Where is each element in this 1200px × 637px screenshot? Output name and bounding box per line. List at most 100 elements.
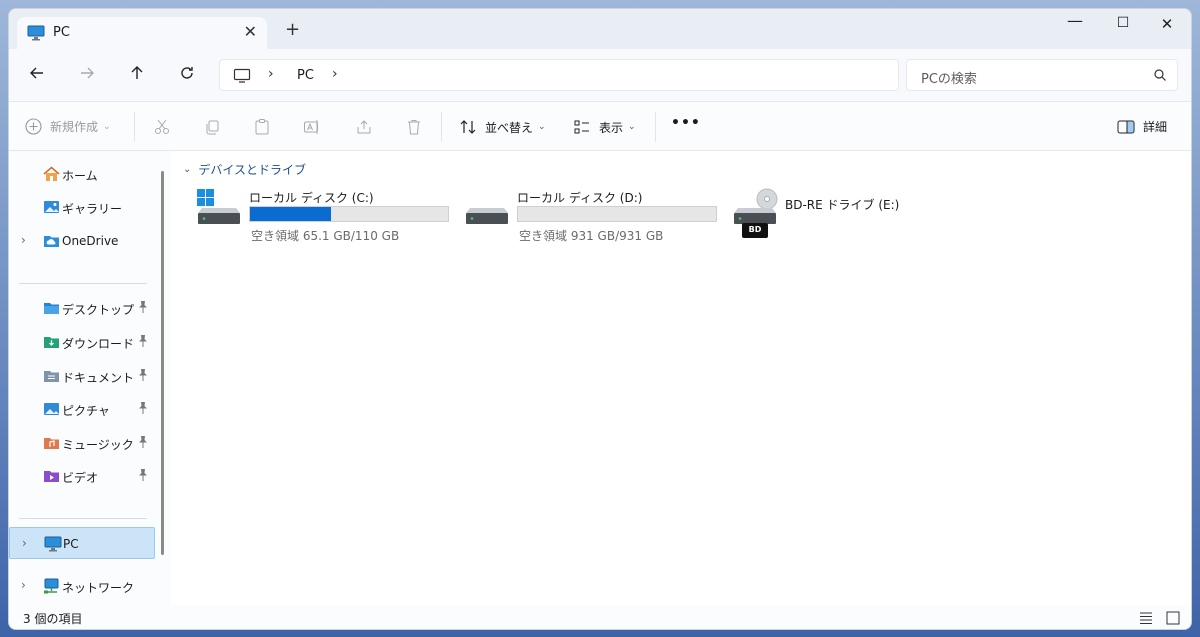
pin-icon[interactable]	[137, 300, 149, 317]
copy-icon	[206, 120, 219, 135]
sidebar-item-home[interactable]: ホーム	[9, 158, 155, 190]
content-pane: ⌄ デバイスとドライブ ローカル ディスク (C:) 空き領域 65.1 GB/…	[171, 151, 1191, 605]
minimize-button[interactable]: —	[1055, 11, 1095, 30]
address-bar[interactable]: › PC ›	[219, 59, 899, 91]
sidebar-item-pictures[interactable]: ピクチャ	[9, 393, 155, 425]
chevron-right-icon[interactable]: ›	[22, 536, 27, 550]
sidebar-item-onedrive[interactable]: › OneDrive	[9, 225, 155, 257]
breadcrumb-chevron-end[interactable]: ›	[332, 66, 338, 82]
pictures-folder-icon	[43, 401, 60, 420]
sidebar-item-pc[interactable]: › PC	[9, 527, 155, 559]
item-count: 3 個の項目	[23, 612, 83, 626]
sidebar-item-desktop[interactable]: デスクトップ	[9, 292, 155, 324]
details-pane-button[interactable]: 詳細	[1117, 118, 1167, 135]
details-label: 詳細	[1143, 120, 1168, 134]
title-bar: PC ✕ + — ☐ ✕	[9, 9, 1191, 49]
sidebar-item-network[interactable]: › ネットワーク	[9, 570, 155, 602]
divider	[441, 112, 442, 142]
sidebar-divider	[19, 283, 147, 284]
pin-icon[interactable]	[137, 368, 149, 385]
sidebar-label-pc: PC	[63, 537, 79, 551]
tab-pc[interactable]: PC ✕	[17, 17, 267, 49]
chevron-right-icon[interactable]: ›	[21, 233, 26, 247]
drive-usage-bar	[517, 206, 717, 222]
refresh-button[interactable]	[175, 65, 199, 85]
status-bar: 3 個の項目	[9, 605, 1191, 629]
drive-name: ローカル ディスク (C:)	[249, 191, 374, 205]
drive-item-c[interactable]: ローカル ディスク (C:) 空き領域 65.1 GB/110 GB	[195, 187, 455, 247]
search-box[interactable]: PCの検索	[906, 59, 1178, 91]
bd-badge: BD	[748, 225, 762, 234]
music-folder-icon	[43, 435, 60, 454]
view-button[interactable]: 表示 ⌄	[573, 118, 636, 136]
pin-icon[interactable]	[137, 435, 149, 452]
command-bar: 新規作成 ⌄ 並べ替え ⌄ 表示 ⌄ ••• 詳細	[9, 101, 1191, 151]
home-icon	[43, 166, 60, 185]
sidebar-item-downloads[interactable]: ダウンロード	[9, 326, 155, 358]
copy-button[interactable]	[203, 118, 221, 136]
view-label: 表示	[599, 120, 624, 135]
sidebar-scrollbar[interactable]	[161, 171, 164, 555]
sidebar-label-desktop: デスクトップ	[62, 303, 135, 317]
gallery-icon	[43, 199, 60, 218]
monitor-outline-icon	[233, 68, 251, 87]
delete-button[interactable]	[405, 118, 423, 136]
chevron-down-icon: ⌄	[183, 164, 192, 175]
pin-icon[interactable]	[137, 334, 149, 351]
drive-item-e[interactable]: BD BD-RE ドライブ (E:)	[731, 187, 931, 247]
sidebar-item-documents[interactable]: ドキュメント	[9, 360, 155, 392]
details-view-icon[interactable]	[1139, 611, 1153, 628]
share-icon	[357, 120, 371, 134]
scissors-icon	[155, 119, 169, 134]
more-options-button[interactable]: •••	[671, 115, 701, 131]
chevron-right-icon[interactable]: ›	[21, 578, 26, 592]
paste-button[interactable]	[253, 118, 271, 136]
rename-icon	[304, 120, 318, 134]
maximize-button[interactable]: ☐	[1103, 15, 1143, 31]
group-header-devices[interactable]: ⌄ デバイスとドライブ	[183, 161, 306, 178]
view-list-icon	[574, 120, 589, 134]
clipboard-icon	[255, 119, 269, 135]
search-icon	[1153, 68, 1167, 85]
sort-button[interactable]: 並べ替え ⌄	[459, 118, 546, 136]
breadcrumb-pc[interactable]: PC	[297, 68, 314, 83]
close-tab-icon[interactable]: ✕	[244, 22, 257, 41]
share-button[interactable]	[355, 118, 373, 136]
breadcrumb-chevron[interactable]: ›	[268, 66, 274, 82]
pin-icon[interactable]	[137, 468, 149, 485]
monitor-icon	[27, 25, 45, 44]
pin-icon[interactable]	[137, 401, 149, 418]
drive-free-space: 空き領域 65.1 GB/110 GB	[251, 229, 400, 243]
sidebar-divider	[19, 518, 147, 519]
sidebar-label-music: ミュージック	[62, 438, 134, 452]
drive-name: BD-RE ドライブ (E:)	[785, 198, 900, 212]
file-explorer-window: PC ✕ + — ☐ ✕ › PC › PCの検索 新規作成 ⌄ 並べ替え ⌄ …	[8, 8, 1192, 630]
new-button-label: 新規作成	[50, 120, 99, 134]
new-button[interactable]: 新規作成 ⌄	[25, 118, 111, 135]
forward-button[interactable]	[75, 65, 99, 85]
sidebar-label-gallery: ギャラリー	[62, 202, 123, 216]
drive-name: ローカル ディスク (D:)	[517, 191, 643, 205]
arrow-up-icon	[131, 66, 143, 79]
back-button[interactable]	[25, 65, 49, 85]
sidebar-label-documents: ドキュメント	[62, 371, 135, 385]
plus-circle-icon	[25, 118, 42, 135]
documents-folder-icon	[43, 368, 60, 387]
sidebar-label-network: ネットワーク	[62, 581, 135, 595]
arrow-right-icon	[81, 67, 94, 79]
chevron-down-icon: ⌄	[538, 122, 546, 132]
sidebar-item-music[interactable]: ミュージック	[9, 427, 155, 459]
arrow-left-icon	[30, 67, 43, 79]
new-tab-button[interactable]: +	[285, 19, 300, 40]
downloads-folder-icon	[43, 334, 60, 353]
drive-item-d[interactable]: ローカル ディスク (D:) 空き領域 931 GB/931 GB	[463, 187, 723, 247]
rename-button[interactable]	[303, 118, 321, 136]
tiles-view-icon[interactable]	[1166, 611, 1180, 628]
close-window-button[interactable]: ✕	[1147, 15, 1187, 33]
cut-button[interactable]	[153, 118, 171, 136]
sidebar-item-gallery[interactable]: ギャラリー	[9, 191, 155, 223]
system-drive-icon	[195, 187, 243, 234]
up-button[interactable]	[125, 65, 149, 85]
sidebar-item-videos[interactable]: ビデオ	[9, 460, 155, 492]
drive-usage-fill	[250, 207, 332, 221]
